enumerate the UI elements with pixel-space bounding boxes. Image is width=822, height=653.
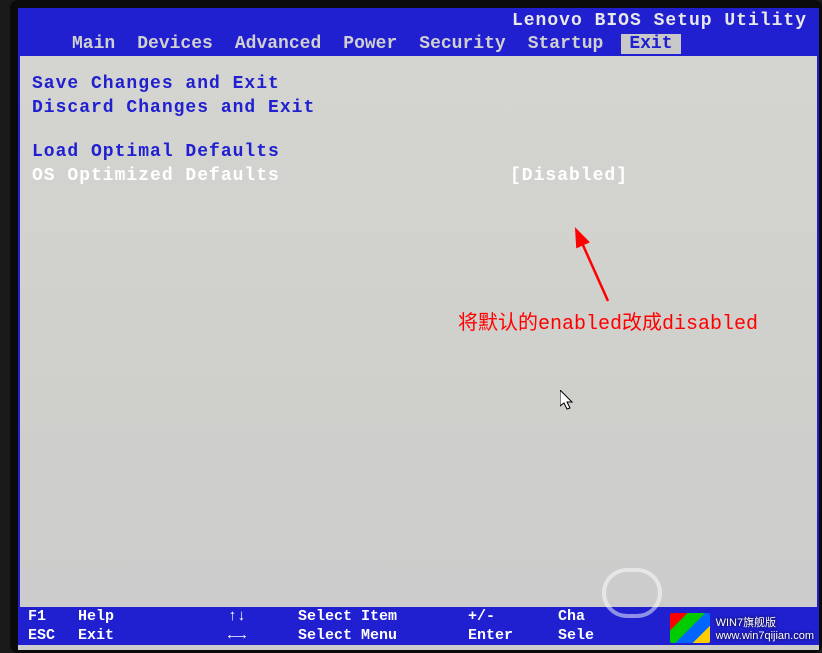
tab-security[interactable]: Security [415, 34, 509, 54]
footer-label-help: Help [78, 608, 228, 625]
tab-main[interactable]: Main [68, 34, 119, 54]
tab-exit[interactable]: Exit [621, 34, 680, 54]
footer-label-select-item: Select Item [298, 608, 468, 625]
footer-key-enter: Enter [468, 627, 558, 644]
bios-title-bar: Lenovo BIOS Setup Utility Main Devices A… [18, 8, 819, 56]
tab-power[interactable]: Power [339, 34, 401, 54]
bios-content-area: Save Changes and Exit Discard Changes an… [18, 56, 819, 611]
footer-key-esc: ESC [28, 627, 78, 644]
annotation-text: 将默认的enabled改成disabled [458, 306, 758, 336]
mouse-cursor-icon [560, 390, 576, 412]
option-load-optimal-defaults[interactable]: Load Optimal Defaults [32, 142, 280, 162]
bios-utility-title: Lenovo BIOS Setup Utility [512, 11, 807, 31]
option-discard-changes-exit[interactable]: Discard Changes and Exit [32, 98, 315, 118]
footer-key-updown: ↑↓ [228, 608, 298, 625]
annotation-arrow-icon [568, 226, 628, 306]
tab-devices[interactable]: Devices [133, 34, 217, 54]
watermark-circle-icon [602, 568, 662, 618]
watermark-url: www.win7qijian.com [716, 630, 814, 642]
watermark-title: WIN7旗舰版 [716, 614, 814, 630]
footer-label-select-menu: Select Menu [298, 627, 468, 644]
tab-startup[interactable]: Startup [524, 34, 608, 54]
tab-advanced[interactable]: Advanced [231, 34, 325, 54]
menu-tabs: Main Devices Advanced Power Security Sta… [68, 34, 681, 54]
footer-label-exit: Exit [78, 627, 228, 644]
footer-key-f1: F1 [28, 608, 78, 625]
watermark: WIN7旗舰版 www.win7qijian.com [670, 613, 814, 643]
option-os-optimized-value[interactable]: [Disabled] [510, 166, 628, 186]
option-save-changes-exit[interactable]: Save Changes and Exit [32, 74, 280, 94]
footer-key-plusminus: +/- [468, 608, 558, 625]
windows-logo-icon [670, 613, 710, 643]
option-os-optimized-defaults[interactable]: OS Optimized Defaults [32, 166, 280, 186]
footer-key-leftright: ←→ [228, 627, 298, 644]
